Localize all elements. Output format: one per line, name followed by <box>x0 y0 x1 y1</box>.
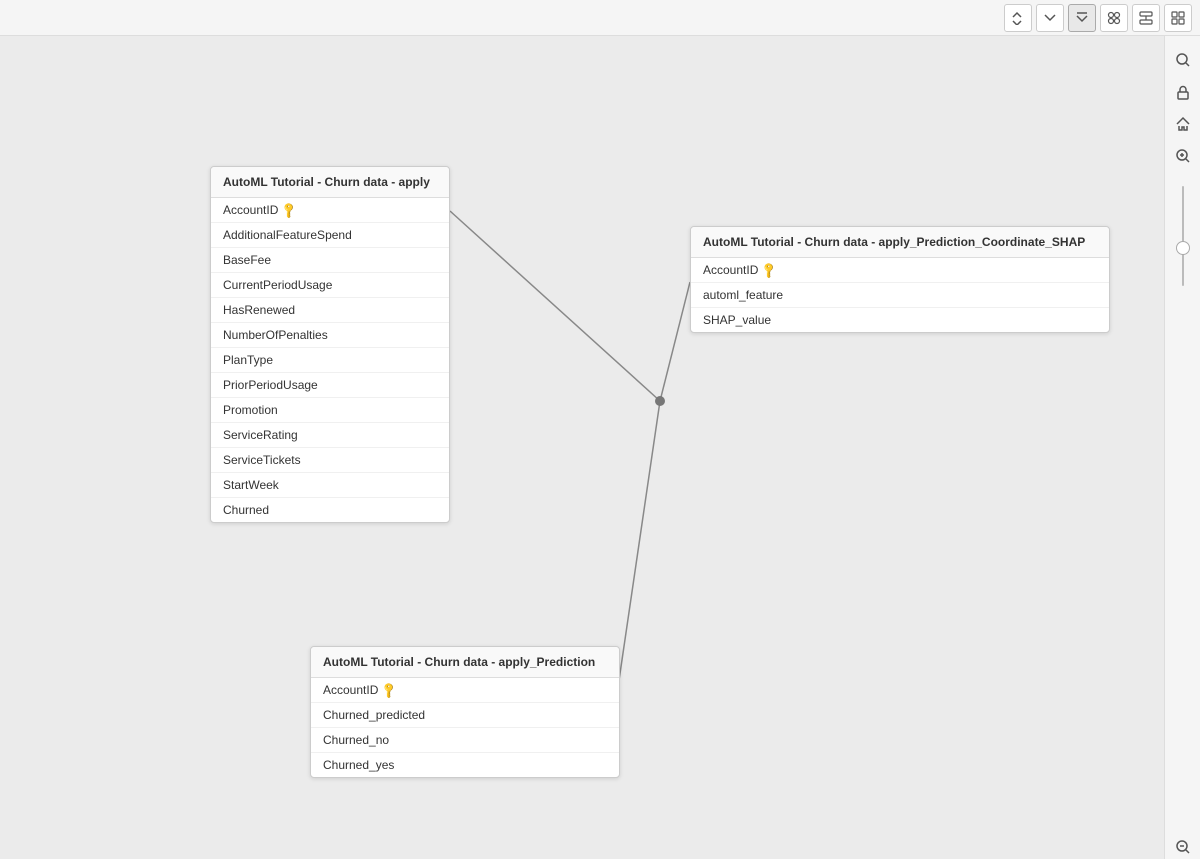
key-icon: 🔑 <box>760 261 779 280</box>
field-name: Promotion <box>223 403 278 417</box>
grid-view-button[interactable] <box>1164 4 1192 32</box>
zoom-out-icon[interactable] <box>1171 835 1195 859</box>
field-name: AccountID <box>703 263 758 277</box>
node-prediction-field-churned-predicted[interactable]: Churned_predicted <box>311 703 619 728</box>
field-name: Churned <box>223 503 269 517</box>
node-apply-field-servicerating[interactable]: ServiceRating <box>211 423 449 448</box>
canvas: AutoML Tutorial - Churn data - apply Acc… <box>0 36 1164 859</box>
node-apply-field-plantype[interactable]: PlanType <box>211 348 449 373</box>
field-name: ServiceRating <box>223 428 298 442</box>
node-prediction-field-churned-yes[interactable]: Churned_yes <box>311 753 619 777</box>
zoom-in-icon[interactable] <box>1171 144 1195 168</box>
field-name: PriorPeriodUsage <box>223 378 318 392</box>
zoom-slider-track <box>1182 186 1184 286</box>
node-apply: AutoML Tutorial - Churn data - apply Acc… <box>210 166 450 523</box>
key-icon: 🔑 <box>380 681 399 700</box>
field-name: AccountID <box>223 203 278 217</box>
node-prediction-field-accountid[interactable]: AccountID 🔑 <box>311 678 619 703</box>
node-shap-title: AutoML Tutorial - Churn data - apply_Pre… <box>691 227 1109 258</box>
node-shap-field-accountid[interactable]: AccountID 🔑 <box>691 258 1109 283</box>
node-apply-field-additionalfeaturespend[interactable]: AdditionalFeatureSpend <box>211 223 449 248</box>
field-name: AdditionalFeatureSpend <box>223 228 352 242</box>
key-icon: 🔑 <box>280 201 299 220</box>
node-shap: AutoML Tutorial - Churn data - apply_Pre… <box>690 226 1110 333</box>
field-name: PlanType <box>223 353 273 367</box>
field-name: Churned_predicted <box>323 708 425 722</box>
node-prediction: AutoML Tutorial - Churn data - apply_Pre… <box>310 646 620 778</box>
node-prediction-field-churned-no[interactable]: Churned_no <box>311 728 619 753</box>
node-apply-field-priorperiodusage[interactable]: PriorPeriodUsage <box>211 373 449 398</box>
node-apply-field-startweek[interactable]: StartWeek <box>211 473 449 498</box>
field-name: automl_feature <box>703 288 783 302</box>
field-name: ServiceTickets <box>223 453 301 467</box>
node-apply-field-currentperiodusage[interactable]: CurrentPeriodUsage <box>211 273 449 298</box>
field-name: NumberOfPenalties <box>223 328 328 342</box>
right-sidebar <box>1164 36 1200 859</box>
node-apply-field-basefee[interactable]: BaseFee <box>211 248 449 273</box>
lock-icon[interactable] <box>1171 80 1195 104</box>
field-name: StartWeek <box>223 478 279 492</box>
node-apply-field-hasrenewed[interactable]: HasRenewed <box>211 298 449 323</box>
node-apply-field-numberofpenalties[interactable]: NumberOfPenalties <box>211 323 449 348</box>
field-name: HasRenewed <box>223 303 295 317</box>
node-apply-title: AutoML Tutorial - Churn data - apply <box>211 167 449 198</box>
home-icon[interactable] <box>1171 112 1195 136</box>
node-apply-field-churned[interactable]: Churned <box>211 498 449 522</box>
node-view-button[interactable] <box>1100 4 1128 32</box>
node-shap-field-shap-value[interactable]: SHAP_value <box>691 308 1109 332</box>
tree-view-button[interactable] <box>1132 4 1160 32</box>
node-apply-field-promotion[interactable]: Promotion <box>211 398 449 423</box>
field-name: BaseFee <box>223 253 271 267</box>
field-name: CurrentPeriodUsage <box>223 278 332 292</box>
field-name: Churned_no <box>323 733 389 747</box>
node-shap-field-automl-feature[interactable]: automl_feature <box>691 283 1109 308</box>
expand-all-button[interactable] <box>1068 4 1096 32</box>
expand-partial-button[interactable] <box>1036 4 1064 32</box>
field-name: AccountID <box>323 683 378 697</box>
node-apply-field-accountid[interactable]: AccountID 🔑 <box>211 198 449 223</box>
collapse-all-button[interactable] <box>1004 4 1032 32</box>
zoom-slider-thumb[interactable] <box>1176 241 1190 255</box>
toolbar <box>0 0 1200 36</box>
node-prediction-title: AutoML Tutorial - Churn data - apply_Pre… <box>311 647 619 678</box>
field-name: SHAP_value <box>703 313 771 327</box>
field-name: Churned_yes <box>323 758 394 772</box>
node-apply-field-servicetickets[interactable]: ServiceTickets <box>211 448 449 473</box>
search-icon[interactable] <box>1171 48 1195 72</box>
